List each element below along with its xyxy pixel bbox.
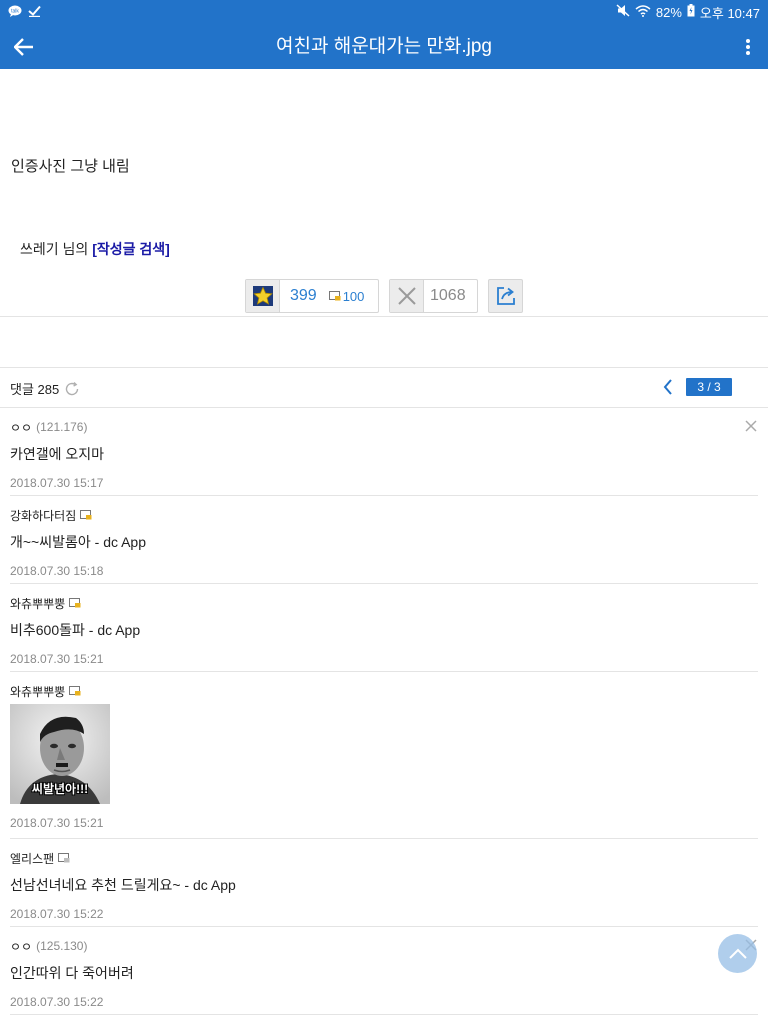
comment-author-name: 와츄뿌뿌뿡 xyxy=(10,596,66,611)
comment-text: 선남선녀네요 추천 드릴게요~ - dc App xyxy=(10,877,236,893)
comment-divider xyxy=(10,671,758,672)
comment-text: 개~~씨발롬아 - dc App xyxy=(10,534,147,550)
fixed-recommend-count: 100 xyxy=(342,288,365,304)
page-title: 여친과 해운대가는 만화.jpg xyxy=(276,36,492,57)
comment-author: 와츄뿌뿌뿡 xyxy=(10,684,758,699)
comment-author-name: ㅇㅇ xyxy=(10,939,33,954)
comment-author-name: 강화하다터짐 xyxy=(10,508,77,523)
comment-date: 2018.07.30 15:22 xyxy=(10,995,104,1009)
chat-bubble-icon: talk xyxy=(8,5,22,20)
comment-divider xyxy=(10,926,758,927)
fixed-member-icon xyxy=(69,598,81,608)
cross-icon xyxy=(397,287,416,305)
comment-divider xyxy=(10,838,758,839)
fixed-member-icon xyxy=(69,686,81,696)
comment-item: ㅇㅇ (125.130) 인간따위 다 죽어버려 2018.07.30 15:2… xyxy=(10,939,758,1009)
divider xyxy=(0,367,768,368)
svg-text:talk: talk xyxy=(11,8,19,14)
fixed-member-icon xyxy=(328,291,341,301)
refresh-icon[interactable] xyxy=(64,381,80,397)
status-bar: talk 82% 오후 10:47 xyxy=(0,0,768,24)
mute-icon xyxy=(616,4,630,20)
comment-divider xyxy=(10,1014,758,1015)
app-bar: 여친과 해운대가는 만화.jpg xyxy=(0,24,768,69)
divider xyxy=(0,316,768,317)
chevron-left-icon xyxy=(663,379,672,395)
post-author-line: 쓰레기 님의 [작성글 검색] xyxy=(20,239,170,259)
comment-date: 2018.07.30 15:17 xyxy=(10,476,104,490)
comment-author: 와츄뿌뿌뿡 xyxy=(10,596,758,611)
battery-percent: 82% xyxy=(655,4,682,20)
post-body-text: 인증사진 그냥 내림 xyxy=(11,158,130,175)
comment-date: 2018.07.30 15:18 xyxy=(10,564,104,578)
comment-author: ㅇㅇ (121.176) xyxy=(10,420,758,435)
divider xyxy=(0,407,768,408)
more-vertical-icon xyxy=(746,39,750,55)
wifi-icon xyxy=(635,4,651,20)
fixed-recommend: 100 xyxy=(328,288,365,304)
share-button[interactable] xyxy=(488,279,523,313)
scroll-to-top-button[interactable] xyxy=(718,934,757,973)
comment-count-label: 댓글 285 xyxy=(10,382,60,397)
comment-date: 2018.07.30 15:22 xyxy=(10,907,104,921)
member-icon xyxy=(58,853,70,863)
clock: 오후 10:47 xyxy=(699,5,760,21)
comment-author: 강화하다터짐 xyxy=(10,508,758,523)
comment-date: 2018.07.30 15:21 xyxy=(10,816,104,830)
recommend-button[interactable]: 399 100 xyxy=(245,279,379,313)
comment-author: ㅇㅇ (125.130) xyxy=(10,939,758,954)
star-icon-cell xyxy=(246,280,280,312)
more-menu-button[interactable] xyxy=(738,33,758,61)
comment-author-name: 엘리스팬 xyxy=(10,851,55,866)
battery-icon xyxy=(687,4,695,20)
comment-item: 엘리스팬 선남선녀네요 추천 드릴게요~ - dc App 2018.07.30… xyxy=(10,851,758,922)
fixed-member-icon xyxy=(80,510,92,520)
comment-image[interactable]: 씨발년아!!! xyxy=(10,704,110,804)
not-recommend-count: 1068 xyxy=(430,287,466,304)
comment-item: 와츄뿌뿌뿡 비추600돌파 - dc App 2018.07.30 15:21 xyxy=(10,596,758,667)
comment-date: 2018.07.30 15:21 xyxy=(10,652,104,666)
comment-author-ip: (121.176) xyxy=(36,420,88,434)
comment-item: 강화하다터짐 개~~씨발롬아 - dc App 2018.07.30 15:18 xyxy=(10,508,758,579)
page-indicator[interactable]: 3 / 3 xyxy=(686,378,732,396)
chevron-up-icon xyxy=(728,948,747,959)
status-right: 82% 오후 10:47 xyxy=(616,3,760,22)
star-icon xyxy=(252,286,273,306)
comment-author: 엘리스팬 xyxy=(10,851,758,866)
comment-text: 인간따위 다 죽어버려 xyxy=(10,965,134,981)
comment-count-header: 댓글 285 xyxy=(10,379,80,398)
check-icon xyxy=(28,5,41,20)
share-icon xyxy=(496,287,515,305)
comment-divider xyxy=(10,583,758,584)
comment-author-name: 와츄뿌뿌뿡 xyxy=(10,684,66,699)
comment-author-name: ㅇㅇ xyxy=(10,420,33,435)
comment-item: 와츄뿌뿌뿡 씨발년아!!! 2018.07.30 15:21 xyxy=(10,684,758,830)
comment-text: 비추600돌파 - dc App xyxy=(10,622,141,638)
status-left: talk xyxy=(8,5,41,20)
not-recommend-button[interactable]: 1068 xyxy=(389,279,478,313)
author-posts-search-link[interactable]: [작성글 검색] xyxy=(92,241,170,257)
comment-author-ip: (125.130) xyxy=(36,939,88,953)
vote-row: 399 100 1068 xyxy=(245,279,523,313)
comment-item: ㅇㅇ (121.176) 카연갤에 오지마 2018.07.30 15:17 xyxy=(10,420,758,490)
recommend-count: 399 xyxy=(290,287,317,304)
delete-comment-icon[interactable] xyxy=(743,418,759,434)
x-icon-cell xyxy=(390,280,424,312)
prev-page-button[interactable] xyxy=(658,376,678,398)
comment-text: 카연갤에 오지마 xyxy=(10,446,105,462)
author-name: 쓰레기 님의 xyxy=(20,241,93,257)
comment-image-caption: 씨발년아!!! xyxy=(31,782,89,796)
comment-divider xyxy=(10,495,758,496)
